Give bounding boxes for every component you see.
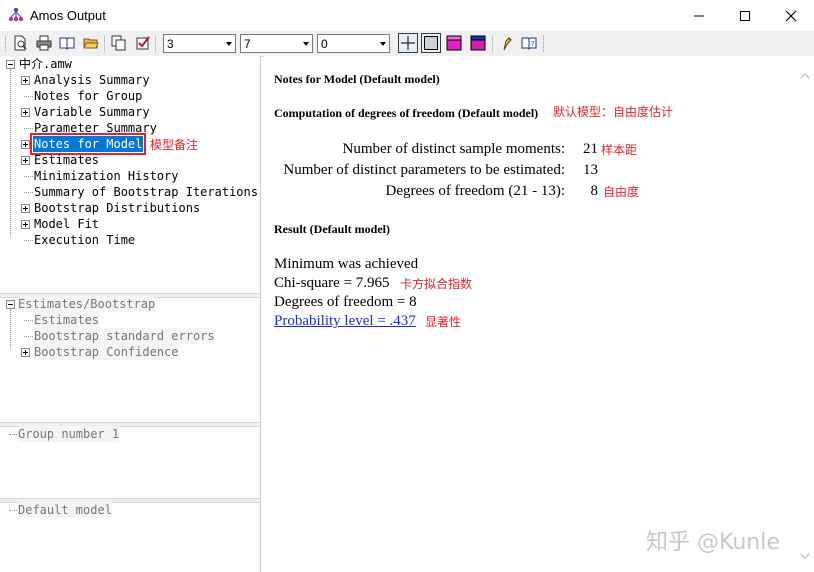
expand-icon[interactable] <box>21 204 30 213</box>
tree-item-analysis-summary[interactable]: Analysis Summary <box>34 72 150 88</box>
notes-heading: Notes for Model (Default model) <box>274 72 440 87</box>
result-heading: Result (Default model) <box>274 222 390 237</box>
collapse-icon[interactable] <box>6 300 15 309</box>
open-folder-icon[interactable] <box>83 35 99 51</box>
maximize-button[interactable] <box>722 0 768 31</box>
chi-square-text: Chi-square = 7.965 <box>274 275 390 292</box>
chi-square-annotation: 卡方拟合指数 <box>400 275 472 292</box>
expand-icon[interactable] <box>21 348 30 357</box>
minimize-button[interactable] <box>676 0 722 31</box>
tree-item-execution-time[interactable]: Execution Time <box>34 232 135 248</box>
print-preview-icon[interactable] <box>12 35 28 51</box>
chevron-down-icon <box>226 42 232 46</box>
expand-icon[interactable] <box>21 76 30 85</box>
sample-moments-value: 21 <box>583 141 598 158</box>
tree-item-variable-summary[interactable]: Variable Summary <box>34 104 150 120</box>
grid-lines-button[interactable] <box>398 33 418 53</box>
decimals-combo[interactable]: 3 <box>163 34 236 53</box>
border-button[interactable] <box>421 33 441 53</box>
dof-result-text: Degrees of freedom = 8 <box>274 294 417 311</box>
sample-moments-label: Number of distinct sample moments: <box>343 141 565 158</box>
table-color-icon[interactable] <box>446 35 462 51</box>
probability-level-link[interactable]: Probability level = .437 <box>274 313 416 330</box>
estimates-bootstrap-root[interactable]: Estimates/Bootstrap <box>18 296 155 312</box>
tree-item-notes-for-group[interactable]: Notes for Group <box>34 88 142 104</box>
computation-heading: Computation of degrees of freedom (Defau… <box>274 106 538 121</box>
help-book-icon[interactable]: ? <box>521 35 537 51</box>
grid-lines-icon <box>399 34 417 52</box>
minimize-icon <box>693 10 705 22</box>
title-bar: Amos Output <box>0 0 814 31</box>
tree-item-notes-for-model[interactable]: Notes for Model <box>33 136 143 152</box>
parameters-label: Number of distinct parameters to be esti… <box>283 162 565 179</box>
amos-app-icon <box>8 7 24 23</box>
close-icon <box>785 10 797 22</box>
chevron-down-icon <box>380 42 386 46</box>
expand-icon[interactable] <box>21 108 30 117</box>
table-rotation-combo[interactable]: 0 <box>317 34 390 53</box>
sample-moments-annotation: 样本距 <box>601 141 637 158</box>
column-width-combo[interactable]: 7 <box>240 34 313 53</box>
print-icon[interactable] <box>36 35 52 51</box>
expand-icon[interactable] <box>21 220 30 229</box>
tree-item-summary-of-bootstrap-iterations[interactable]: Summary of Bootstrap Iterations <box>34 184 258 200</box>
maximize-icon <box>739 10 751 22</box>
vertical-scrollbar[interactable] <box>796 56 814 572</box>
tree-item-parameter-summary[interactable]: Parameter Summary <box>34 120 157 136</box>
toolbar: 3 7 0 ? <box>0 31 814 57</box>
tree-root[interactable]: 中介.amw <box>19 56 72 72</box>
tree-item-model-fit[interactable]: Model Fit <box>34 216 99 232</box>
navigation-pane: 中介.amw Analysis Summary Notes for Group … <box>0 56 261 572</box>
copy-icon[interactable] <box>111 35 127 51</box>
table-rotation-combo-value: 0 <box>321 37 328 51</box>
estimates-item[interactable]: Estimates <box>34 312 99 328</box>
column-width-combo-value: 7 <box>244 37 251 51</box>
collapse-icon[interactable] <box>6 60 15 69</box>
expand-icon[interactable] <box>21 156 30 165</box>
checkbox-options-icon[interactable] <box>135 35 151 51</box>
degrees-freedom-label: Degrees of freedom (21 - 13): <box>385 183 565 200</box>
heading-color-icon[interactable] <box>470 35 486 51</box>
watermark: 知乎 @Kunle <box>646 524 780 556</box>
degrees-freedom-annotation: 自由度 <box>603 183 639 200</box>
border-icon <box>422 34 440 52</box>
parameters-value: 13 <box>583 162 598 179</box>
probability-annotation: 显著性 <box>425 313 461 330</box>
window-title: Amos Output <box>30 8 106 23</box>
bootstrap-confidence-item[interactable]: Bootstrap Confidence <box>34 344 179 360</box>
scroll-up-icon[interactable] <box>800 72 810 80</box>
tree-item-bootstrap-distributions[interactable]: Bootstrap Distributions <box>34 200 200 216</box>
pencil-icon[interactable] <box>499 35 515 51</box>
tree-item-minimization-history[interactable]: Minimization History <box>34 168 179 184</box>
expand-icon[interactable] <box>21 140 30 149</box>
decimals-combo-value: 3 <box>167 37 174 51</box>
computation-annotation: 默认模型：自由度估计 <box>553 103 673 120</box>
bootstrap-standard-errors-item[interactable]: Bootstrap standard errors <box>34 328 215 344</box>
minimum-achieved-text: Minimum was achieved <box>274 256 418 273</box>
svg-text:?: ? <box>531 40 535 48</box>
default-model-item[interactable]: Default model <box>18 502 112 518</box>
degrees-freedom-value: 8 <box>591 183 599 200</box>
tree-item-estimates[interactable]: Estimates <box>34 152 99 168</box>
scroll-down-icon[interactable] <box>800 552 810 560</box>
close-button[interactable] <box>768 0 814 31</box>
chevron-down-icon <box>303 42 309 46</box>
notes-for-model-annotation: 模型备注 <box>150 136 198 153</box>
group-number-item[interactable]: Group number 1 <box>18 426 119 442</box>
output-pane: Notes for Model (Default model) Computat… <box>264 56 796 572</box>
open-book-icon[interactable] <box>59 35 75 51</box>
